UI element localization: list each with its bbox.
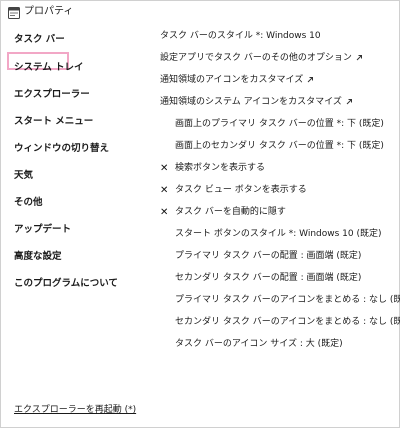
option-primary-taskbar-position[interactable]: 画面上のプライマリ タスク バーの位置 *: 下 (既定) xyxy=(175,118,384,131)
option-label: 通知領域のシステム アイコンをカスタマイズ xyxy=(160,97,342,107)
sidebar-item-other[interactable]: その他 xyxy=(14,196,43,210)
properties-window: プロパティ タスク バー システム トレイ エクスプローラー スタート メニュー… xyxy=(0,0,400,428)
option-primary-combine-icons[interactable]: プライマリ タスク バーのアイコンをまとめる : なし (既定) xyxy=(175,294,400,307)
sidebar-item-about[interactable]: このプログラムについて xyxy=(14,277,118,291)
option-customize-system-icons[interactable]: 通知領域のシステム アイコンをカスタマイズ xyxy=(160,96,353,109)
option-autohide-taskbar[interactable]: タスク バーを自動的に隠す xyxy=(175,206,286,219)
sidebar-item-advanced[interactable]: 高度な設定 xyxy=(14,250,62,264)
title-bar: プロパティ xyxy=(1,1,399,25)
option-show-search-button[interactable]: 検索ボタンを表示する xyxy=(175,162,265,175)
window-properties-icon xyxy=(8,7,20,19)
option-secondary-combine-icons[interactable]: セカンダリ タスク バーのアイコンをまとめる : なし (既定) xyxy=(175,316,400,329)
external-link-icon xyxy=(307,76,314,82)
external-link-icon xyxy=(346,98,352,104)
option-settings-app-link[interactable]: 設定アプリでタスク バーのその他のオプション xyxy=(160,52,363,65)
checked-icon[interactable]: ✕ xyxy=(160,206,168,219)
option-show-task-view-button[interactable]: タスク ビュー ボタンを表示する xyxy=(175,184,307,197)
option-secondary-taskbar-alignment[interactable]: セカンダリ タスク バーの配置 : 画面端 (既定) xyxy=(175,272,361,285)
sidebar-item-window-switcher[interactable]: ウィンドウの切り替え xyxy=(14,142,109,156)
option-start-button-style[interactable]: スタート ボタンのスタイル *: Windows 10 (既定) xyxy=(175,228,382,241)
sidebar-item-updates[interactable]: アップデート xyxy=(14,223,71,237)
option-primary-taskbar-alignment[interactable]: プライマリ タスク バーの配置 : 画面端 (既定) xyxy=(175,250,361,263)
sidebar-item-weather[interactable]: 天気 xyxy=(14,169,33,183)
sidebar-item-start-menu[interactable]: スタート メニュー xyxy=(14,115,93,129)
sidebar-item-taskbar[interactable]: タスク バー xyxy=(14,33,65,47)
option-customize-tray-icons[interactable]: 通知領域のアイコンをカスタマイズ xyxy=(160,74,314,87)
window-title: プロパティ xyxy=(24,6,74,17)
option-taskbar-style[interactable]: タスク バーのスタイル *: Windows 10 xyxy=(160,30,321,43)
checked-icon[interactable]: ✕ xyxy=(160,162,168,175)
option-secondary-taskbar-position[interactable]: 画面上のセカンダリ タスク バーの位置 *: 下 (既定) xyxy=(175,140,384,153)
checked-icon[interactable]: ✕ xyxy=(160,184,168,197)
option-label: タスク バーのスタイル *: Windows 10 xyxy=(160,31,321,41)
external-link-icon xyxy=(356,54,362,60)
option-label: 設定アプリでタスク バーのその他のオプション xyxy=(160,53,352,63)
option-label: 通知領域のアイコンをカスタマイズ xyxy=(160,75,304,85)
option-taskbar-icon-size[interactable]: タスク バーのアイコン サイズ : 大 (既定) xyxy=(175,338,343,351)
restart-explorer-link[interactable]: エクスプローラーを再起動 (*) xyxy=(14,404,136,416)
sidebar-item-explorer[interactable]: エクスプローラー xyxy=(14,88,90,102)
sidebar: タスク バー システム トレイ エクスプローラー スタート メニュー ウィンドウ… xyxy=(1,25,151,429)
sidebar-item-system-tray[interactable]: システム トレイ xyxy=(14,61,84,75)
